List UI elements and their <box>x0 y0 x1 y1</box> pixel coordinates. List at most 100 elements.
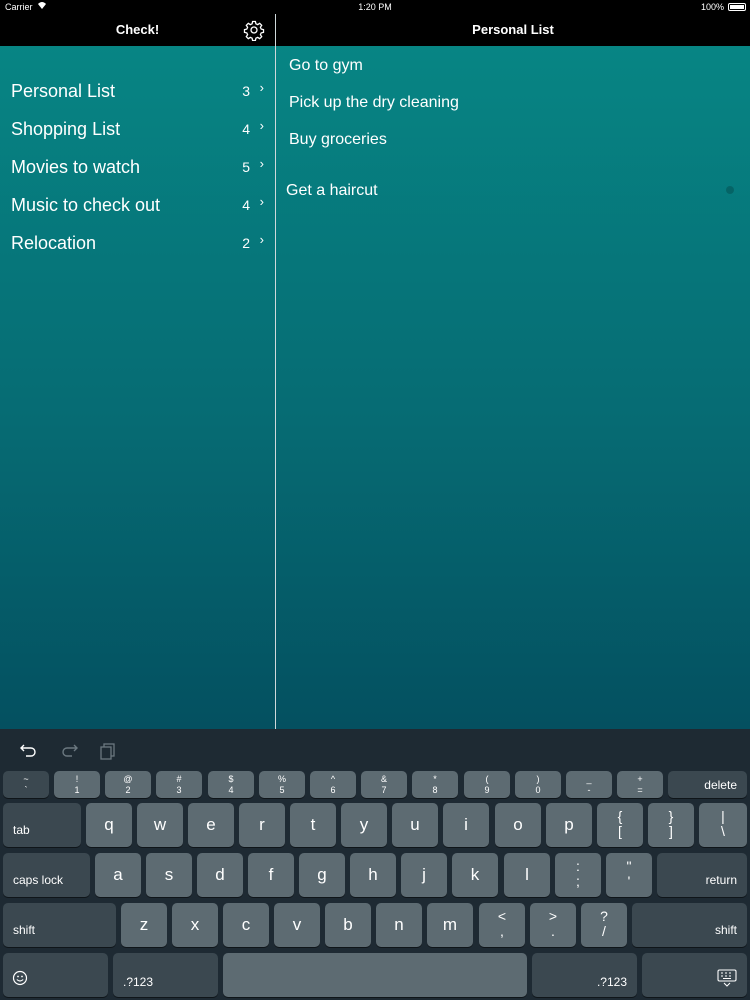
key-shift-char: * <box>433 774 437 784</box>
dismiss-keyboard-key[interactable] <box>642 953 747 997</box>
emoji-key[interactable] <box>3 953 108 997</box>
key-z[interactable]: z <box>121 903 167 947</box>
key-h[interactable]: h <box>350 853 396 897</box>
chevron-right-icon: › <box>259 194 264 209</box>
key-char: 9 <box>484 785 490 795</box>
key-shift-char: > <box>548 908 558 924</box>
key-f[interactable]: f <box>248 853 294 897</box>
todo-item[interactable]: Pick up the dry cleaning <box>289 94 459 112</box>
key-i[interactable]: i <box>443 803 489 847</box>
space-bar[interactable] <box>223 953 527 997</box>
key-backtick[interactable]: ~ ` <box>3 771 49 798</box>
key-minus[interactable]: _ - <box>566 771 612 798</box>
emoji-icon <box>12 970 28 989</box>
list-name: Personal List <box>11 81 116 101</box>
key-r[interactable]: r <box>239 803 285 847</box>
key-8[interactable]: * 8 <box>412 771 458 798</box>
caps-lock-key[interactable]: caps lock <box>3 853 90 897</box>
key-x[interactable]: x <box>172 903 218 947</box>
key-char: , <box>500 923 504 939</box>
key-char: 3 <box>176 785 182 795</box>
key-period[interactable]: >. <box>530 903 576 947</box>
key-right-brace[interactable]: }] <box>648 803 694 847</box>
detail-navbar: Personal List <box>276 14 750 46</box>
list-count: 4 <box>242 197 250 213</box>
key-o[interactable]: o <box>495 803 541 847</box>
key-char: . <box>551 923 555 939</box>
key-0[interactable]: ) 0 <box>515 771 561 798</box>
list-item-personal[interactable]: Personal List 3 › <box>0 72 275 110</box>
key-char: \ <box>721 823 725 839</box>
key-n[interactable]: n <box>376 903 422 947</box>
key-1[interactable]: ! 1 <box>54 771 100 798</box>
list-item-shopping[interactable]: Shopping List 4 › <box>0 110 275 148</box>
key-4[interactable]: $4 <box>208 771 254 798</box>
key-char: 7 <box>381 785 387 795</box>
key-char: 5 <box>279 785 285 795</box>
todo-item[interactable]: Buy groceries <box>289 131 387 149</box>
key-w[interactable]: w <box>137 803 183 847</box>
shift-left-key[interactable]: shift <box>3 903 116 947</box>
key-q[interactable]: q <box>86 803 132 847</box>
key-6[interactable]: ^ 6 <box>310 771 356 798</box>
numbers-key-right[interactable]: .?123 <box>532 953 637 997</box>
key-shift-char: } <box>668 808 674 824</box>
key-y[interactable]: y <box>341 803 387 847</box>
key-a[interactable]: a <box>95 853 141 897</box>
key-semicolon[interactable]: :; <box>555 853 601 897</box>
key-s[interactable]: s <box>146 853 192 897</box>
key-char: 6 <box>330 785 336 795</box>
shift-right-key[interactable]: shift <box>632 903 747 947</box>
todo-item-editing[interactable]: Get a haircut <box>286 182 378 200</box>
key-c[interactable]: c <box>223 903 269 947</box>
key-e[interactable]: e <box>188 803 234 847</box>
app-title: Check! <box>115 22 160 37</box>
key-2[interactable]: @2 <box>105 771 151 798</box>
key-p[interactable]: p <box>546 803 592 847</box>
tab-key[interactable]: tab <box>3 803 81 847</box>
key-left-brace[interactable]: {[ <box>597 803 643 847</box>
detail-title: Personal List <box>472 22 554 37</box>
key-label: tab <box>13 823 30 837</box>
key-char: 1 <box>74 785 80 795</box>
key-shift-char: @ <box>123 774 133 784</box>
delete-key[interactable]: delete <box>668 771 747 798</box>
key-3[interactable]: #3 <box>156 771 202 798</box>
drag-handle-icon[interactable] <box>726 186 734 194</box>
chevron-right-icon: › <box>259 156 264 171</box>
key-u[interactable]: u <box>392 803 438 847</box>
key-l[interactable]: l <box>504 853 550 897</box>
key-5[interactable]: % 5 <box>259 771 305 798</box>
key-m[interactable]: m <box>427 903 473 947</box>
key-v[interactable]: v <box>274 903 320 947</box>
key-slash[interactable]: ? / <box>581 903 627 947</box>
list-item-movies[interactable]: Movies to watch 5 › <box>0 148 275 186</box>
key-d[interactable]: d <box>197 853 243 897</box>
key-k[interactable]: k <box>452 853 498 897</box>
list-item-music[interactable]: Music to check out 4 › <box>0 186 275 224</box>
gear-icon[interactable] <box>243 19 265 42</box>
paste-icon[interactable] <box>98 739 120 761</box>
redo-icon[interactable] <box>58 739 80 761</box>
key-label: .?123 <box>123 975 154 989</box>
key-j[interactable]: j <box>401 853 447 897</box>
key-shift-char: + <box>637 774 643 784</box>
numbers-key-left[interactable]: .?123 <box>113 953 218 997</box>
key-comma[interactable]: <, <box>479 903 525 947</box>
key-equals[interactable]: + = <box>617 771 663 798</box>
key-t[interactable]: t <box>290 803 336 847</box>
key-backslash[interactable]: | \ <box>699 803 747 847</box>
key-9[interactable]: (9 <box>464 771 510 798</box>
return-key[interactable]: return <box>657 853 747 897</box>
key-quote[interactable]: " ' <box>606 853 652 897</box>
key-shift-char: ! <box>75 774 79 784</box>
key-g[interactable]: g <box>299 853 345 897</box>
todo-item[interactable]: Go to gym <box>289 57 363 75</box>
key-b[interactable]: b <box>325 903 371 947</box>
list-item-relocation[interactable]: Relocation 2 › <box>0 224 275 262</box>
undo-icon[interactable] <box>18 739 40 761</box>
list-name: Music to check out <box>11 195 161 215</box>
key-7[interactable]: & 7 <box>361 771 407 798</box>
key-char: / <box>602 923 606 939</box>
key-label: .?123 <box>596 975 627 989</box>
